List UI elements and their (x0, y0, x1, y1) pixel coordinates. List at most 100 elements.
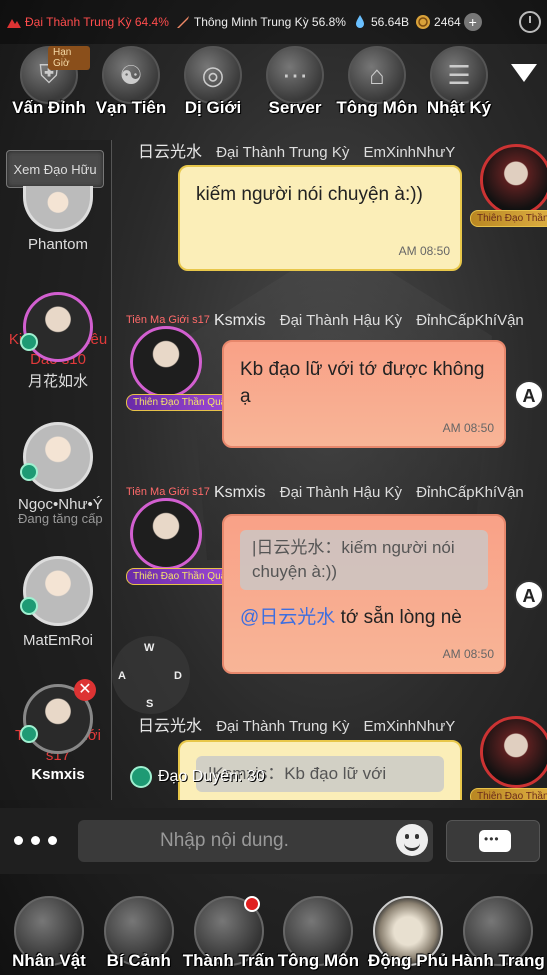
avatar[interactable] (480, 144, 547, 216)
message-time: AM 08:50 (442, 647, 494, 661)
auto-button[interactable]: A (514, 380, 544, 410)
sender-title: EmXinhNhưY (363, 718, 456, 735)
spirit-drop-icon (355, 15, 364, 28)
menu-tong-mon[interactable]: ⌂ Tông Môn (336, 42, 418, 122)
tong-mon-icon: ⌂ (348, 46, 406, 104)
sender-name: 日云光水 (138, 718, 203, 735)
menu-van-dinh[interactable]: ⛨ Hạn Giờ Vấn Đỉnh (8, 42, 90, 122)
limited-time-badge: Hạn Giờ (48, 46, 90, 70)
bottom-nav: Nhân Vật Bí Cảnh Thành Trấn Tông Môn Độn… (0, 888, 547, 975)
menu-label: Vạn Tiên (95, 98, 167, 117)
friend-item[interactable]: Kiếm Quy Tiêu Dao s10 月花如水 (9, 292, 107, 391)
nav-label: Bí Cảnh (106, 951, 171, 970)
message-text: tớ sẵn lòng nè (335, 607, 462, 628)
chat-input[interactable]: Nhập nội dung. (78, 820, 433, 862)
nav-hanh-trang[interactable]: Hành Trang (451, 888, 545, 975)
remove-friend-icon[interactable]: ✕ (74, 679, 96, 701)
joystick-right-key: D (174, 670, 182, 682)
menu-van-tien[interactable]: ☯ Vạn Tiên (90, 42, 172, 122)
menu-label: Server (268, 98, 322, 117)
avatar[interactable] (130, 326, 202, 398)
sender-name: Ksmxis (214, 484, 266, 501)
sync-icon (20, 333, 38, 351)
menu-server[interactable]: ⋯ Server (254, 42, 336, 122)
server-icon: ⋯ (266, 46, 324, 104)
sync-icon (20, 463, 38, 481)
message-header: 日云光水 Đại Thành Trung Kỳ EmXinhNhưY (138, 712, 455, 736)
menu-di-gioi[interactable]: ◎ Dị Giới (172, 42, 254, 122)
nav-dong-phu[interactable]: Động Phủ (365, 888, 451, 975)
nav-label: Thành Trấn (182, 951, 275, 970)
message-time: AM 08:50 (398, 244, 450, 258)
nav-label: Nhân Vật (12, 951, 86, 970)
emoji-icon[interactable] (396, 824, 428, 856)
collapse-menu-icon[interactable] (511, 64, 537, 82)
mention-link[interactable]: @日云光水 (240, 607, 335, 628)
gold-count: 2464 + (415, 13, 482, 31)
sender-name: 日云光水 (138, 144, 203, 161)
sync-icon (20, 725, 38, 743)
message-bubble[interactable]: |日云光水：kiếm người nói chuyện à:)) @日云光水 t… (222, 514, 506, 674)
menu-label: Vấn Đỉnh (12, 98, 86, 117)
sender-title: EmXinhNhưY (363, 144, 456, 161)
auto-button[interactable]: A (514, 580, 544, 610)
clock-icon[interactable] (519, 11, 541, 33)
friend-status: Đang tăng cấp (18, 511, 103, 526)
chat-bubble-icon (479, 830, 511, 852)
dao-duyen-indicator: Đạo Duyên: 30 (130, 766, 265, 788)
avatar (20, 292, 93, 362)
nav-thanh-tran[interactable]: Thành Trấn (182, 888, 275, 975)
mountain-icon (7, 19, 21, 28)
friend-item[interactable]: MatEmRoi (18, 556, 98, 649)
message-bubble[interactable]: Kb đạo lữ với tớ được không ạ AM 08:50 (222, 340, 506, 448)
spirit-stone-count: 56.64B (352, 14, 409, 30)
nav-tong-mon[interactable]: Tông Môn (275, 888, 361, 975)
sword-icon (176, 16, 189, 28)
notification-badge (243, 896, 260, 912)
message-header: Ksmxis Đại Thành Hậu Kỳ ĐỉnhCấpKhíVận (214, 312, 524, 330)
message-header: 日云光水 Đại Thành Trung Kỳ EmXinhNhưY (138, 140, 455, 162)
add-gold-button[interactable]: + (463, 13, 482, 31)
menu-label: Tông Môn (336, 98, 418, 117)
joystick-left-key: A (118, 670, 126, 682)
send-button[interactable] (446, 820, 540, 862)
movement-joystick[interactable]: W A D S (112, 636, 190, 714)
menu-label: Dị Giới (184, 98, 242, 117)
avatar (20, 556, 93, 626)
title-tag: Thiên Đạo Thần Uy (470, 210, 547, 227)
nav-nhan-vat[interactable]: Nhân Vật (6, 888, 92, 975)
gold-value: 2464 (434, 15, 461, 29)
spirit-stone-value: 56.64B (370, 15, 410, 29)
friend-item[interactable]: Phantom (18, 186, 98, 253)
friend-name: Phantom (27, 236, 89, 253)
avatar[interactable] (480, 716, 547, 788)
nhat-ky-icon: ☰ (430, 46, 488, 104)
title-tag: Thiên Đạo Thần Uy (470, 788, 547, 800)
message-bubble[interactable]: kiếm người nói chuyện à:)) AM 08:50 (178, 165, 462, 271)
sender-title: ĐỉnhCấpKhíVận (416, 484, 524, 501)
van-tien-icon: ☯ (102, 46, 160, 104)
avatar[interactable] (130, 498, 202, 570)
sender-realm: Đại Thành Trung Kỳ (216, 718, 350, 735)
nav-bi-canh[interactable]: Bí Cảnh (96, 888, 182, 975)
joystick-up-key: W (144, 642, 155, 654)
server-tag: Tiên Ma Giới s17 (126, 314, 210, 326)
sender-name: Ksmxis (214, 312, 266, 329)
menu-nhat-ky[interactable]: ☰ Nhật Ký (418, 42, 500, 122)
message-time: AM 08:50 (442, 421, 494, 435)
friend-item[interactable]: ✕ Tiên Ma Giới s17 Ksmxis (15, 679, 101, 783)
sender-realm: Đại Thành Hậu Kỳ (279, 312, 403, 329)
sender-realm: Đại Thành Trung Kỳ (216, 144, 350, 161)
realm-progress: Đại Thành Trung Kỳ 64.4% (6, 14, 169, 30)
more-options-icon[interactable] (14, 836, 57, 845)
friend-name: MatEmRoi (22, 632, 93, 649)
top-menu: ⛨ Hạn Giờ Vấn Đỉnh ☯ Vạn Tiên ◎ Dị Giới … (8, 42, 538, 122)
nav-label: Hành Trang (451, 951, 545, 970)
dao-duyen-icon (130, 766, 152, 788)
friend-subtitle: Ksmxis (31, 766, 85, 783)
view-friends-button[interactable]: Xem Đạo Hữu (6, 150, 104, 188)
nav-label: Động Phủ (368, 951, 449, 970)
friend-item[interactable]: Ngọc•Như•Ý Đang tăng cấp (18, 422, 103, 526)
di-gioi-icon: ◎ (184, 46, 242, 104)
avatar: ✕ (20, 679, 96, 754)
